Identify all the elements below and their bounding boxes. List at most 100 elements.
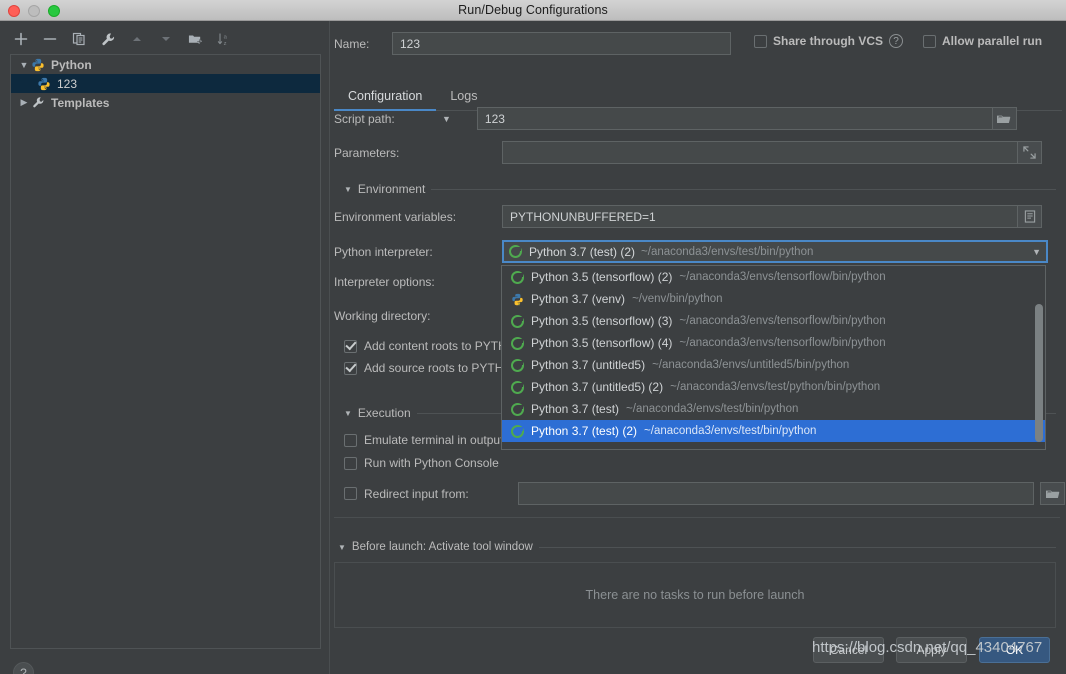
python-venv-icon: v (511, 293, 524, 307)
help-button[interactable]: ? (13, 662, 34, 674)
python-interpreter-value-path: ~/anaconda3/envs/test/bin/python (641, 245, 814, 258)
svg-text:z: z (223, 40, 226, 46)
python-interpreter-label: Python interpreter: (334, 244, 433, 259)
tree-item-123[interactable]: 123 (11, 74, 320, 93)
wrench-icon[interactable] (96, 27, 120, 51)
chevron-down-icon[interactable]: ▼ (338, 543, 346, 552)
chevron-down-icon[interactable]: ▼ (344, 409, 352, 418)
svg-text:v: v (518, 302, 521, 305)
help-icon[interactable]: ? (889, 34, 904, 48)
dropdown-item[interactable]: Python 3.5 (tensorflow) (2) ~/anaconda3/… (502, 266, 1045, 288)
run-debug-configurations-dialog: Run/Debug Configurations a z ▼ Python 12… (0, 0, 1066, 674)
dropdown-item-path: ~/anaconda3/envs/untitled5/bin/python (652, 359, 850, 371)
run-with-python-console-checkbox[interactable] (344, 456, 357, 470)
python-interpreter-combo[interactable]: Python 3.7 (test) (2) ~/anaconda3/envs/t… (502, 240, 1048, 263)
dropdown-item-path: ~/anaconda3/envs/tensorflow/bin/python (679, 337, 886, 349)
add-content-roots-checkbox[interactable] (344, 339, 357, 353)
add-button[interactable] (9, 27, 33, 51)
conda-env-icon (511, 270, 524, 284)
interpreter-options-label: Interpreter options: (334, 275, 435, 289)
close-window-button[interactable] (8, 5, 20, 17)
dropdown-item-selected[interactable]: Python 3.7 (test) (2) ~/anaconda3/envs/t… (502, 420, 1045, 442)
run-with-python-console-label: Run with Python Console (364, 456, 499, 470)
arrow-up-icon[interactable] (125, 27, 149, 51)
maximize-window-button[interactable] (48, 5, 60, 17)
execution-section-label: Execution (357, 406, 411, 420)
dropdown-item-name: Python 3.5 (tensorflow) (4) (531, 336, 673, 350)
parameters-input[interactable] (502, 141, 1018, 164)
conda-env-icon (511, 336, 524, 350)
dropdown-item[interactable]: Python 3.5 (tensorflow) (4) ~/anaconda3/… (502, 332, 1045, 354)
python-icon (37, 77, 51, 91)
conda-env-icon (511, 402, 524, 416)
parameters-expand-icon[interactable] (1017, 141, 1042, 164)
conda-env-icon (511, 314, 524, 328)
python-interpreter-dropdown[interactable]: Python 3.5 (tensorflow) (2) ~/anaconda3/… (501, 265, 1046, 450)
chevron-right-icon[interactable]: ▶ (17, 97, 31, 108)
redirect-input-browse-folder-icon[interactable] (1040, 482, 1065, 505)
share-through-vcs-checkbox[interactable] (754, 34, 767, 48)
script-path-input[interactable]: 123 (476, 107, 993, 130)
tree-item-python[interactable]: ▼ Python (11, 55, 320, 74)
name-input[interactable]: 123 (392, 32, 731, 55)
dropdown-item-path: ~/anaconda3/envs/test/python/bin/python (670, 381, 881, 393)
redirect-input-field[interactable] (518, 482, 1034, 505)
script-path-browse-folder-icon[interactable] (991, 107, 1017, 130)
redirect-input-label: Redirect input from: (364, 486, 469, 501)
interpreter-options-row: Interpreter options: (334, 275, 502, 289)
dropdown-item[interactable]: v Python 3.7 (venv) ~/venv/bin/python (502, 288, 1045, 310)
tree-item-label: 123 (57, 76, 78, 91)
no-tasks-text: There are no tasks to run before launch (585, 588, 805, 602)
configurations-sidebar: a z ▼ Python 123 ▶ Templates ? (0, 21, 330, 674)
name-label: Name: (334, 36, 370, 51)
add-source-roots-checkbox[interactable] (344, 361, 357, 375)
chevron-down-icon[interactable]: ▼ (17, 60, 31, 70)
python-interpreter-row: Python interpreter: Python 3.7 (test) (2… (334, 240, 1048, 263)
remove-button[interactable] (38, 27, 62, 51)
chevron-down-icon[interactable]: ▼ (1032, 247, 1041, 257)
minimize-window-button[interactable] (28, 5, 40, 17)
svg-text:a: a (223, 34, 227, 40)
section-divider (538, 546, 1056, 548)
redirect-input-checkbox[interactable] (344, 487, 357, 500)
dropdown-item[interactable]: Python 3.7 (test) ~/anaconda3/envs/test/… (502, 398, 1045, 420)
wrench-icon (31, 96, 45, 110)
window-titlebar: Run/Debug Configurations (0, 0, 1066, 21)
folder-add-icon[interactable] (183, 27, 207, 51)
dropdown-item-path: ~/anaconda3/envs/tensorflow/bin/python (679, 271, 886, 283)
environment-variables-input[interactable]: PYTHONUNBUFFERED=1 (502, 205, 1018, 228)
python-icon (31, 58, 45, 72)
dropdown-item[interactable]: Python 3.7 (untitled5) ~/anaconda3/envs/… (502, 354, 1045, 376)
run-with-python-console-row: Run with Python Console (344, 456, 499, 470)
before-launch-tasks-box[interactable]: There are no tasks to run before launch (334, 562, 1056, 628)
tree-item-templates[interactable]: ▶ Templates (11, 93, 320, 112)
watermark-text: https://blog.csdn.net/qq_43404767 (812, 639, 1043, 656)
window-title: Run/Debug Configurations (458, 3, 608, 17)
dropdown-item-name: Python 3.7 (test) (531, 402, 620, 416)
dropdown-item[interactable]: Python 3.7 (untitled5) (2) ~/anaconda3/e… (502, 376, 1045, 398)
dropdown-item[interactable]: Python 3.5 (tensorflow) (3) ~/anaconda3/… (502, 310, 1045, 332)
section-divider (431, 188, 1056, 190)
working-directory-row: Working directory: (334, 309, 502, 323)
copy-button[interactable] (67, 27, 91, 51)
sidebar-toolbar: a z (0, 26, 330, 52)
sort-az-icon[interactable]: a z (212, 27, 236, 51)
dropdown-scrollbar[interactable] (1035, 304, 1043, 442)
conda-env-icon (509, 245, 522, 258)
before-launch-label: Before launch: Activate tool window (351, 541, 533, 553)
python-interpreter-value-name: Python 3.7 (test) (2) (529, 244, 636, 259)
dropdown-item-name: Python 3.7 (test) (2) (531, 424, 638, 438)
working-directory-label: Working directory: (334, 309, 431, 323)
arrow-down-icon[interactable] (154, 27, 178, 51)
chevron-down-icon[interactable]: ▼ (344, 185, 352, 194)
environment-variables-editor-icon[interactable] (1017, 205, 1042, 228)
configurations-tree[interactable]: ▼ Python 123 ▶ Templates (10, 54, 321, 649)
dropdown-item-path: ~/venv/bin/python (632, 293, 723, 305)
environment-variables-row: Environment variables: PYTHONUNBUFFERED=… (334, 205, 1042, 228)
conda-env-icon (511, 424, 524, 438)
script-path-type-chevron-down-icon[interactable]: ▼ (442, 114, 451, 124)
environment-variables-label: Environment variables: (334, 209, 457, 224)
name-row: Name: 123 (334, 32, 731, 55)
emulate-terminal-checkbox[interactable] (344, 433, 357, 447)
allow-parallel-run-checkbox[interactable] (923, 34, 937, 48)
